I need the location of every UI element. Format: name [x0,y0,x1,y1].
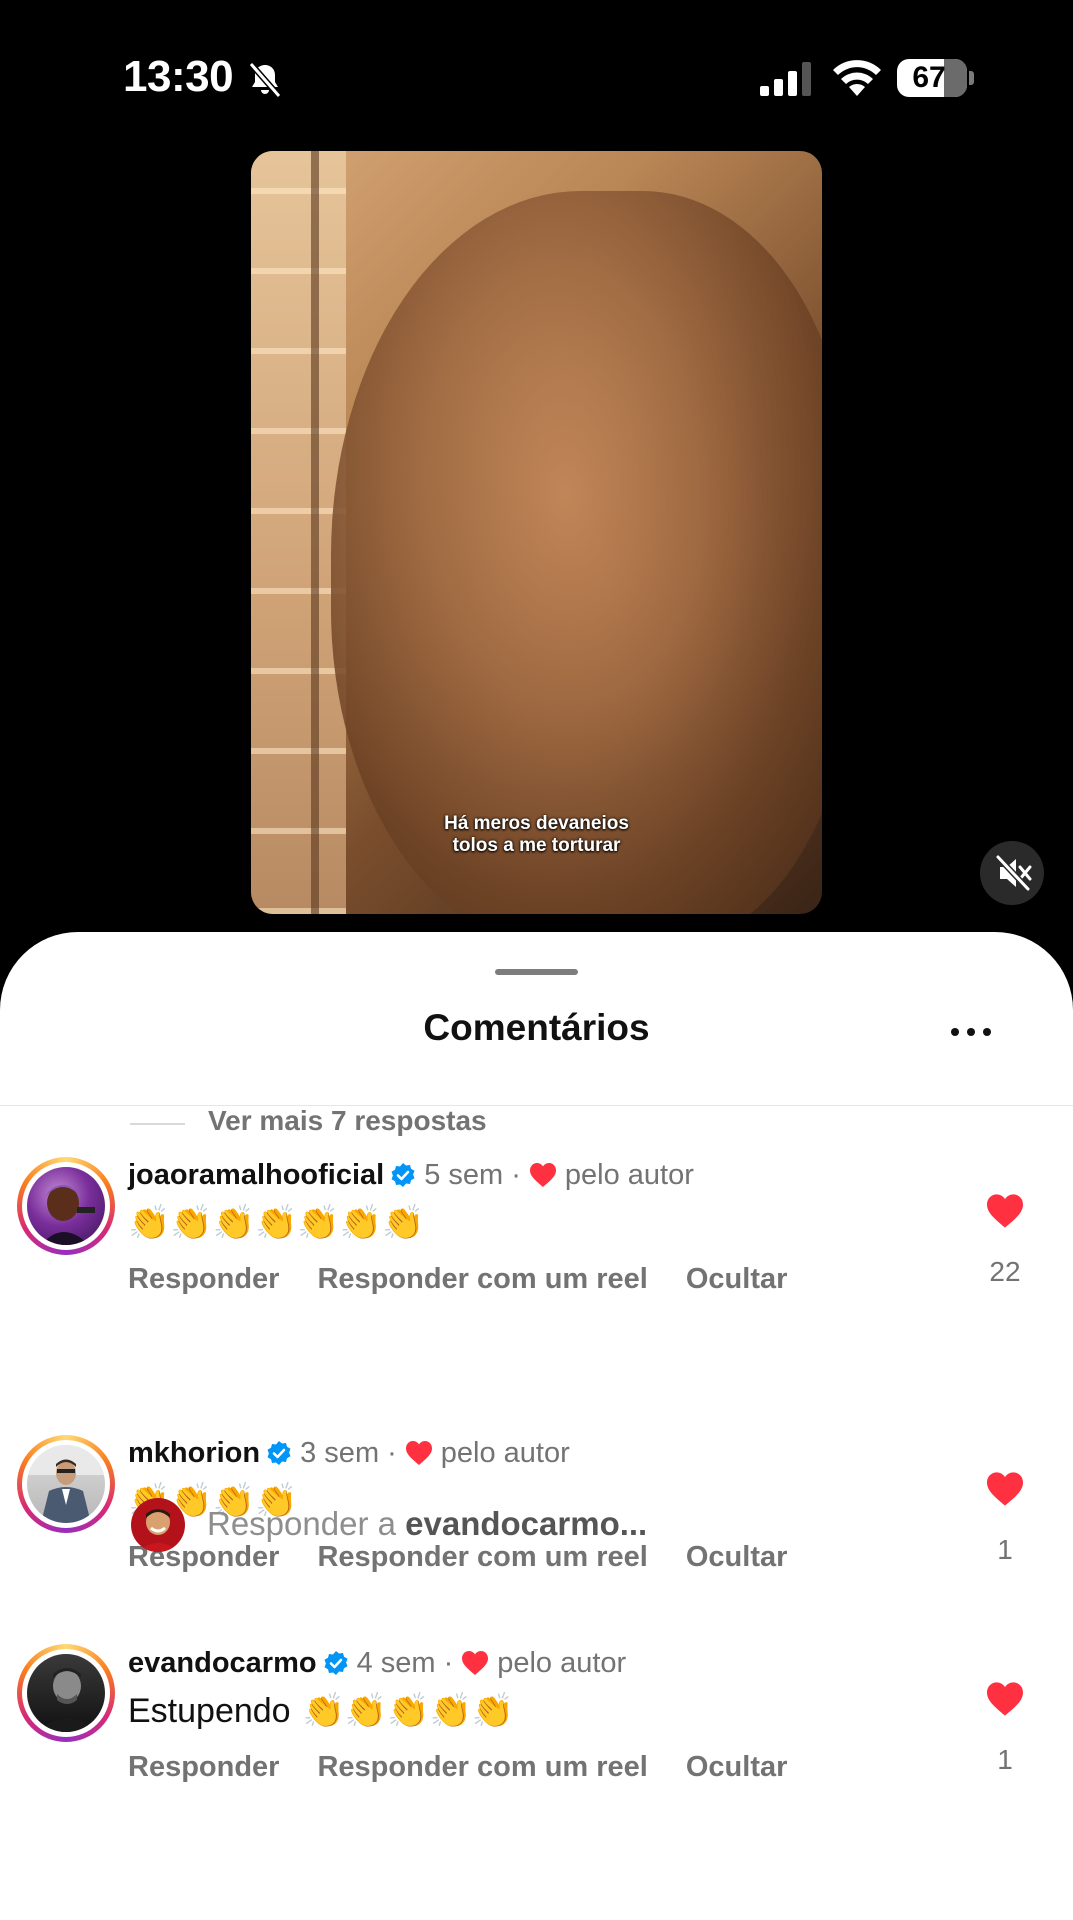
liked-by-author: pelo autor [440,1436,570,1469]
clap-emoji: 👏👏👏👏👏👏👏 [128,1204,425,1242]
battery-level: 67 [912,61,946,94]
comment-age: 3 sem [300,1436,380,1469]
heart-icon [405,1441,432,1465]
mute-button[interactable] [980,841,1044,905]
comment-text: Estupendo 👏👏👏👏👏 [128,1692,515,1730]
wifi-icon [833,60,881,96]
bell-slash-icon [248,62,282,98]
comment-age: 5 sem [424,1158,504,1191]
video-subject [331,191,822,914]
comment-username[interactable]: evandocarmo [128,1647,317,1680]
like-heart-icon[interactable] [985,1193,1025,1229]
thread-line [130,1123,185,1125]
like-count: 22 [989,1256,1021,1287]
mute-icon [995,854,1032,892]
more-options-button[interactable] [947,1020,997,1044]
reel-video[interactable]: Há meros devaneios tolos a me torturar [251,151,822,914]
separator: · [511,1158,521,1191]
comment-username[interactable]: mkhorion [128,1437,260,1470]
like-heart-icon[interactable] [985,1681,1025,1717]
video-caption: Há meros devaneios tolos a me torturar [251,813,822,857]
caption-line-1: Há meros devaneios [444,813,629,834]
avatar[interactable] [17,1644,115,1742]
comment-age: 4 sem [356,1646,436,1679]
signal-icon [760,62,811,96]
sheet-divider [0,1105,1073,1106]
verified-icon [391,1163,415,1187]
sheet-grabber[interactable] [495,969,578,975]
current-user-avatar [131,1498,185,1552]
heart-icon [462,1651,489,1675]
reply-input-placeholder[interactable]: Responder a evandocarmo... [207,1505,647,1543]
clap-emoji: 👏👏👏👏👏 [302,1692,515,1730]
status-time: 13:30 [123,52,234,101]
like-count: 1 [997,1744,1013,1775]
hide-button[interactable]: Ocultar [686,1751,788,1783]
sheet-title: Comentários [423,1007,650,1048]
battery-icon: 67 [897,59,975,97]
reply-with-reel-button[interactable]: Responder com um reel [317,1263,647,1295]
comment-username[interactable]: joaoramalhooficial [128,1159,384,1192]
separator: · [443,1646,454,1679]
view-more-replies-label[interactable]: Ver mais 7 respostas [208,1105,487,1137]
reply-button[interactable]: Responder [128,1751,279,1783]
status-bar: 13:30 67 [0,0,1073,150]
heart-icon [529,1163,556,1187]
comment-text: 👏👏👏👏👏👏👏 [128,1199,424,1247]
reply-input-bar[interactable]: Responder a evandocarmo... [0,1485,1073,1565]
liked-by-author: pelo autor [564,1158,694,1191]
verified-icon [324,1651,348,1675]
separator: · [387,1436,397,1469]
hide-button[interactable]: Ocultar [686,1263,788,1295]
reply-with-reel-button[interactable]: Responder com um reel [317,1751,647,1783]
liked-by-author: pelo autor [497,1646,627,1679]
more-icon [951,1028,959,1036]
verified-icon [267,1441,291,1465]
caption-line-2: tolos a me torturar [452,835,621,856]
reply-button[interactable]: Responder [128,1263,279,1295]
avatar[interactable] [17,1157,115,1255]
